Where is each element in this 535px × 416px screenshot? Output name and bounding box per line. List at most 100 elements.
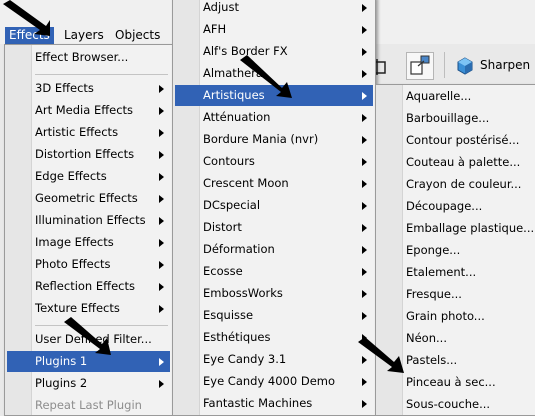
artistiques-item-decoupage[interactable]: Découpage... — [378, 196, 535, 217]
sharpen-icon — [456, 57, 474, 78]
plugins-item-embossworks[interactable]: EmbossWorks — [175, 283, 373, 304]
artistiques-item-crayon-de-couleur[interactable]: Crayon de couleur... — [378, 174, 535, 195]
submenu-arrow-icon — [159, 195, 164, 203]
menu-item-label: Sous-couche... — [406, 397, 491, 411]
menu-item-label: User Defined Filter... — [35, 332, 152, 346]
artistiques-item-fresque[interactable]: Fresque... — [378, 284, 535, 305]
effects-item-plugins-1[interactable]: Plugins 1 — [7, 351, 170, 372]
plugins-item-dcspecial[interactable]: DCspecial — [175, 195, 373, 216]
submenu-arrow-icon — [159, 107, 164, 115]
submenu-arrow-icon — [362, 92, 367, 100]
submenu-arrow-icon — [362, 378, 367, 386]
menu-item-label: Bordure Mania (nvr) — [203, 132, 319, 146]
submenu-arrow-icon — [362, 356, 367, 364]
menu-item-label: Ecosse — [203, 264, 243, 278]
menu-item-label: Etalement... — [406, 265, 477, 279]
effects-item-illumination-effects[interactable]: Illumination Effects — [7, 210, 170, 231]
plugins-item-ecosse[interactable]: Ecosse — [175, 261, 373, 282]
submenu-arrow-icon — [159, 261, 164, 269]
submenu-arrow-icon — [159, 358, 164, 366]
effects-item-geometric-effects[interactable]: Geometric Effects — [7, 188, 170, 209]
effects-item-user-defined-filter[interactable]: User Defined Filter... — [7, 329, 170, 350]
menu-item-label: Atténuation — [203, 110, 271, 124]
submenu-arrow-icon — [362, 48, 367, 56]
menu-item-label: Artistiques — [203, 88, 265, 102]
artistiques-item-pinceau-a-sec[interactable]: Pinceau à sec... — [378, 372, 535, 393]
menu-item-label: Distort — [203, 220, 242, 234]
plugins-item-deformation[interactable]: Déformation — [175, 239, 373, 260]
submenu-arrow-icon — [159, 305, 164, 313]
plugins-item-afh[interactable]: AFH — [175, 19, 373, 40]
submenu-arrow-icon — [362, 290, 367, 298]
submenu-arrow-icon — [362, 114, 367, 122]
submenu-arrow-icon — [362, 70, 367, 78]
submenu-arrow-icon — [362, 180, 367, 188]
effects-item-image-effects[interactable]: Image Effects — [7, 232, 170, 253]
sharpen-label: Sharpen — [480, 58, 531, 72]
artistiques-item-barbouillage[interactable]: Barbouillage... — [378, 108, 535, 129]
submenu-arrow-icon — [362, 246, 367, 254]
plugins-item-almathera[interactable]: Almathera — [175, 63, 373, 84]
menu-item-label: EmbossWorks — [203, 286, 283, 300]
toolbar-resize-icon[interactable] — [406, 52, 434, 80]
plugins-item-adjust[interactable]: Adjust — [175, 0, 373, 18]
menu-item-label: Barbouillage... — [406, 111, 490, 125]
toolbar-separator — [444, 52, 445, 78]
menu-item-label: Photo Effects — [35, 257, 111, 271]
plugins-item-bordure-mania-nvr[interactable]: Bordure Mania (nvr) — [175, 129, 373, 150]
submenu-arrow-icon — [159, 173, 164, 181]
artistiques-item-couteau-a-palette[interactable]: Couteau à palette... — [378, 152, 535, 173]
submenu-arrow-icon — [362, 268, 367, 276]
effects-item-3d-effects[interactable]: 3D Effects — [7, 78, 170, 99]
plugins-item-eye-candy-4000-demo[interactable]: Eye Candy 4000 Demo — [175, 371, 373, 392]
submenu-arrow-icon — [362, 136, 367, 144]
plugins-item-alf-s-border-fx[interactable]: Alf's Border FX — [175, 41, 373, 62]
submenu-arrow-icon — [159, 217, 164, 225]
menu-item-label: Néon... — [406, 331, 447, 345]
effects-item-artistic-effects[interactable]: Artistic Effects — [7, 122, 170, 143]
plugins-item-artistiques[interactable]: Artistiques — [175, 85, 373, 106]
plugins-item-crescent-moon[interactable]: Crescent Moon — [175, 173, 373, 194]
artistiques-submenu: Aquarelle... Barbouillage... Contour posté… — [375, 84, 535, 416]
submenu-arrow-icon — [362, 312, 367, 320]
effects-item-photo-effects[interactable]: Photo Effects — [7, 254, 170, 275]
submenu-arrow-icon — [362, 158, 367, 166]
menu-item-label: Emballage plastique... — [406, 221, 535, 235]
effects-menu: Effect Browser... 3D Effects Art Media Eff… — [4, 44, 173, 416]
plugins-item-eye-candy-3-1[interactable]: Eye Candy 3.1 — [175, 349, 373, 370]
plugins-item-esthetiques[interactable]: Esthétiques — [175, 327, 373, 348]
menu-item-label: Effect Browser... — [35, 50, 129, 64]
artistiques-item-eponge[interactable]: Eponge... — [378, 240, 535, 261]
effects-item-effect-browser[interactable]: Effect Browser... — [7, 47, 170, 68]
menu-item-label: DCspecial — [203, 198, 261, 212]
effects-item-plugins-2[interactable]: Plugins 2 — [7, 373, 170, 394]
artistiques-item-etalement[interactable]: Etalement... — [378, 262, 535, 283]
menu-item-label: Fantastic Machines — [203, 396, 313, 410]
artistiques-item-grain-photo[interactable]: Grain photo... — [378, 306, 535, 327]
submenu-arrow-icon — [159, 239, 164, 247]
plugins-item-fantastic-machines[interactable]: Fantastic Machines — [175, 393, 373, 414]
artistiques-item-aquarelle[interactable]: Aquarelle... — [378, 86, 535, 107]
menu-item-label: Pinceau à sec... — [406, 375, 496, 389]
menu-item-label: Geometric Effects — [35, 191, 138, 205]
menu-item-label: Adjust — [203, 0, 239, 14]
artistiques-item-sous-couche[interactable]: Sous-couche... — [378, 394, 535, 415]
plugins-item-esquisse[interactable]: Esquisse — [175, 305, 373, 326]
plugins-item-attenuation[interactable]: Atténuation — [175, 107, 373, 128]
effects-item-distortion-effects[interactable]: Distortion Effects — [7, 144, 170, 165]
artistiques-item-contour-posterise[interactable]: Contour postérisé... — [378, 130, 535, 151]
submenu-arrow-icon — [362, 202, 367, 210]
menubar-effects[interactable]: Effects — [5, 27, 54, 44]
menubar-layers[interactable]: Layers — [60, 27, 108, 44]
plugins-item-contours[interactable]: Contours — [175, 151, 373, 172]
plugins-item-distort[interactable]: Distort — [175, 217, 373, 238]
menu-item-label: Plugins 1 — [35, 354, 88, 368]
effects-item-edge-effects[interactable]: Edge Effects — [7, 166, 170, 187]
effects-item-art-media-effects[interactable]: Art Media Effects — [7, 100, 170, 121]
artistiques-item-neon[interactable]: Néon... — [378, 328, 535, 349]
artistiques-item-emballage-plastique[interactable]: Emballage plastique... — [378, 218, 535, 239]
effects-item-texture-effects[interactable]: Texture Effects — [7, 298, 170, 319]
effects-item-reflection-effects[interactable]: Reflection Effects — [7, 276, 170, 297]
artistiques-item-pastels[interactable]: Pastels... — [378, 350, 535, 371]
menubar-objects[interactable]: Objects — [111, 27, 164, 44]
